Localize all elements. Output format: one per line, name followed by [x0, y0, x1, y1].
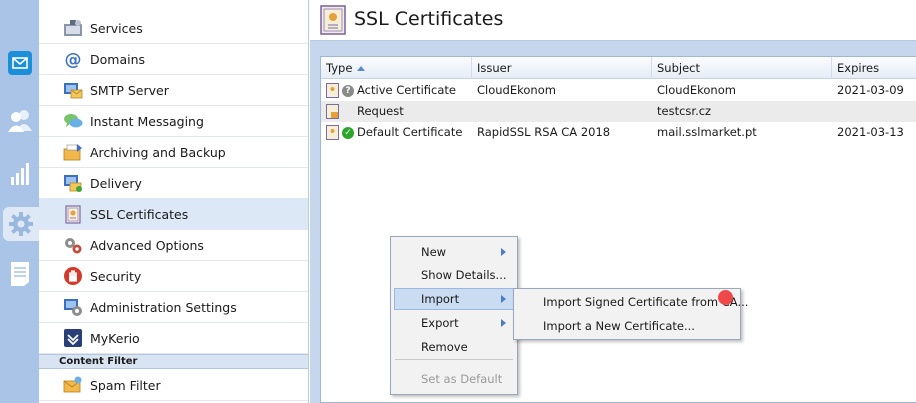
page-header: SSL Certificates	[310, 0, 916, 41]
certificate-icon	[320, 5, 346, 35]
certificate-icon	[326, 83, 339, 98]
submenu-arrow-icon	[501, 319, 506, 327]
sidebar-item-label: Advanced Options	[90, 237, 204, 253]
spam-filter-icon	[63, 375, 83, 395]
sidebar-item-label: Security	[90, 268, 142, 284]
sidebar-item-ssl-certificates[interactable]: SSL Certificates	[39, 199, 308, 230]
sidebar-item-delivery[interactable]: Delivery	[39, 168, 308, 199]
sidebar-item-mykerio[interactable]: MyKerio	[39, 323, 308, 354]
archive-icon	[63, 142, 83, 162]
gears-icon	[63, 235, 83, 255]
sidebar-item-label: Spam Filter	[90, 377, 161, 393]
svg-text:@: @	[65, 50, 82, 69]
sidebar-item-security[interactable]: Security	[39, 261, 308, 292]
check-mark-icon: ✓	[342, 126, 354, 139]
sidebar: Services @ Domains SMTP Server Instant M…	[39, 0, 309, 403]
services-icon	[63, 18, 83, 38]
menu-item-set-as-default: Set as Default	[421, 372, 503, 386]
menu-item-remove[interactable]: Remove	[394, 336, 514, 358]
configuration-icon[interactable]	[3, 207, 39, 241]
chat-bubbles-icon	[63, 111, 83, 131]
page-title: SSL Certificates	[354, 8, 504, 30]
certificate-icon	[326, 125, 339, 140]
menu-item-import[interactable]: Import	[394, 288, 514, 310]
certificate-icon	[63, 204, 83, 224]
sort-ascending-icon	[357, 66, 366, 71]
cell-type: Default Certificate	[357, 125, 463, 139]
sidebar-item-spam-filter[interactable]: Spam Filter	[39, 370, 308, 401]
table-row[interactable]: Request testcsr.cz	[321, 101, 916, 122]
security-hand-icon	[63, 266, 83, 286]
sidebar-item-administration-settings[interactable]: Administration Settings	[39, 292, 308, 323]
sidebar-item-instant-messaging[interactable]: Instant Messaging	[39, 106, 308, 137]
question-mark-icon: ?	[342, 84, 354, 97]
sidebar-item-label: MyKerio	[90, 330, 140, 346]
table-row[interactable]: ✓ Default Certificate RapidSSL RSA CA 20…	[321, 122, 916, 143]
sidebar-item-label: Instant Messaging	[90, 113, 204, 129]
cell-type: Request	[357, 104, 404, 118]
statistics-icon[interactable]	[4, 158, 35, 190]
submenu-arrow-icon	[501, 295, 506, 303]
mykerio-icon	[63, 328, 83, 348]
import-submenu: Import Signed Certificate from CA... Imp…	[513, 288, 748, 340]
users-icon[interactable]	[4, 104, 35, 136]
sidebar-item-label: Archiving and Backup	[90, 144, 226, 160]
sidebar-item-label: Services	[90, 20, 143, 36]
cell-type: Active Certificate	[357, 83, 456, 97]
menu-item-show-details[interactable]: Show Details...	[394, 264, 514, 286]
smtp-server-icon	[63, 80, 83, 100]
column-header-type[interactable]: Type	[321, 57, 472, 79]
cell-issuer	[472, 101, 652, 122]
certificate-request-icon	[326, 104, 339, 119]
sidebar-item-label: Administration Settings	[90, 299, 237, 315]
cell-issuer: CloudEkonom	[477, 83, 556, 97]
cell-issuer: RapidSSL RSA CA 2018	[477, 125, 611, 139]
menu-item-import-signed-certificate[interactable]: Import Signed Certificate from CA...	[517, 291, 748, 313]
cell-subject: testcsr.cz	[657, 104, 712, 118]
sidebar-item-smtp-server[interactable]: SMTP Server	[39, 75, 308, 106]
sidebar-item-archiving-and-backup[interactable]: Archiving and Backup	[39, 137, 308, 168]
cell-expires	[832, 101, 916, 122]
menu-item-export[interactable]: Export	[394, 312, 514, 334]
sidebar-item-advanced-options[interactable]: Advanced Options	[39, 230, 308, 261]
menu-item-import-new-certificate[interactable]: Import a New Certificate...	[517, 315, 737, 337]
table-row[interactable]: ? Active Certificate CloudEkonom CloudEk…	[321, 80, 916, 101]
sidebar-item-domains[interactable]: @ Domains	[39, 44, 308, 75]
sidebar-item-label: SSL Certificates	[90, 206, 189, 222]
delivery-icon	[63, 173, 83, 193]
column-header-subject[interactable]: Subject	[652, 57, 832, 79]
logs-icon[interactable]	[4, 258, 35, 290]
sidebar-item-label: Delivery	[90, 175, 142, 191]
submenu-arrow-icon	[501, 248, 506, 256]
menu-separator	[395, 359, 513, 360]
sidebar-item-services[interactable]: Services	[39, 13, 308, 44]
sidebar-item-label: Domains	[90, 51, 146, 67]
column-header-expires[interactable]: Expires	[832, 57, 916, 79]
cell-subject: mail.sslmarket.pt	[657, 125, 757, 139]
column-header-issuer[interactable]: Issuer	[472, 57, 652, 79]
table-header: Type Issuer Subject Expires	[321, 57, 916, 79]
app-rail	[0, 0, 39, 403]
section-header-content-filter: Content Filter	[39, 354, 308, 369]
cell-expires: 2021-03-13	[837, 125, 904, 139]
sidebar-item-label: SMTP Server	[90, 82, 169, 98]
click-indicator	[718, 290, 733, 305]
menu-item-new[interactable]: New	[394, 241, 514, 263]
at-sign-icon: @	[63, 49, 83, 69]
cell-subject: CloudEkonom	[657, 83, 736, 97]
context-menu: New Show Details... Import Export Remove…	[390, 236, 518, 395]
admin-settings-icon	[63, 297, 83, 317]
cell-expires: 2021-03-09	[837, 83, 904, 97]
mail-icon[interactable]	[4, 47, 35, 79]
